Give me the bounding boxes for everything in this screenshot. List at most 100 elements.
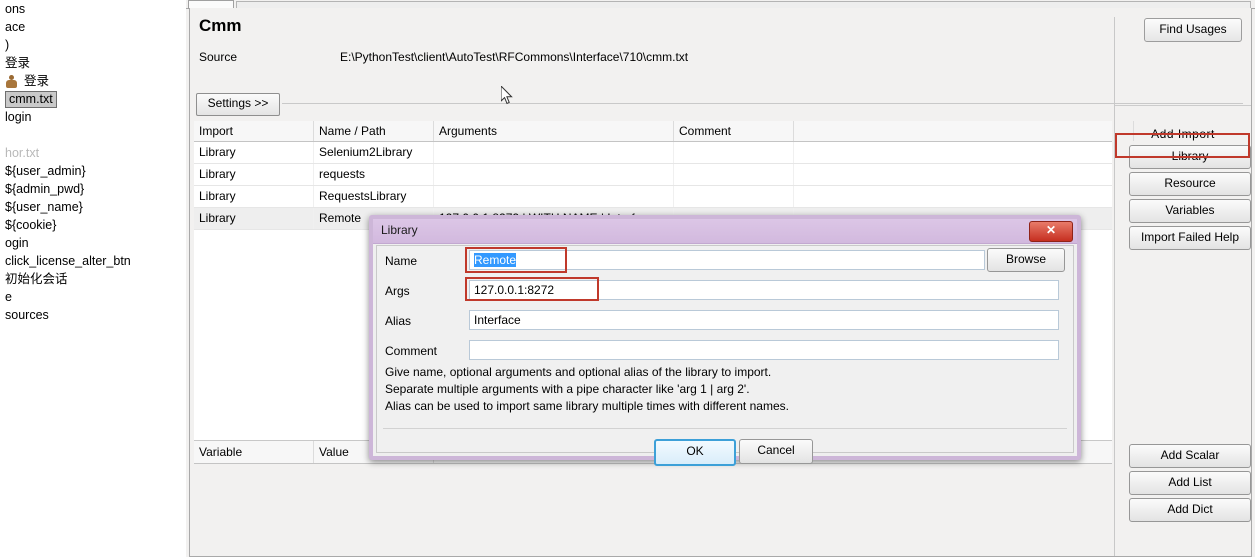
add-scalar-button[interactable]: Add Scalar: [1129, 444, 1251, 468]
add-import-variables-button[interactable]: Variables: [1129, 199, 1251, 223]
tree-item-label: ${cookie}: [5, 218, 57, 232]
tree-item[interactable]: ): [0, 36, 186, 54]
page-title: Cmm: [199, 16, 242, 35]
field-value: Interface: [474, 313, 521, 327]
table-cell[interactable]: [674, 164, 794, 185]
tree-item[interactable]: hor.txt: [0, 144, 186, 162]
table-cell[interactable]: Library: [194, 186, 314, 207]
tree-item[interactable]: ${cookie}: [0, 216, 186, 234]
comment-input[interactable]: [469, 340, 1059, 360]
spacer-icon: [0, 182, 2, 196]
tree-item[interactable]: ace: [0, 18, 186, 36]
tree-item-label: cmm.txt: [5, 90, 57, 108]
table-cell[interactable]: Selenium2Library: [314, 142, 434, 163]
tree-item[interactable]: 登录: [0, 72, 186, 90]
document-icon: [0, 74, 2, 88]
table-cell[interactable]: [434, 186, 674, 207]
spacer-icon: [0, 200, 2, 214]
tree-item[interactable]: sources: [0, 306, 186, 324]
spacer-icon: [0, 272, 2, 286]
table-row[interactable]: Library requests: [194, 164, 1134, 186]
add-import-import-failed-help-button[interactable]: Import Failed Help: [1129, 226, 1251, 250]
variables-column-header[interactable]: Variable: [194, 441, 314, 463]
table-cell[interactable]: RequestsLibrary: [314, 186, 434, 207]
tree-item[interactable]: ogin: [0, 234, 186, 252]
table-cell[interactable]: Library: [194, 208, 314, 229]
tree-item-label: ${user_name}: [5, 200, 83, 214]
alias-input[interactable]: Interface: [469, 310, 1059, 330]
table-row[interactable]: Library Selenium2Library: [194, 142, 1134, 164]
column-header[interactable]: Name / Path: [314, 121, 434, 141]
spacer-icon: [0, 20, 2, 34]
column-header[interactable]: Import: [194, 121, 314, 141]
spacer-icon: [0, 2, 2, 16]
name-input[interactable]: Remote: [469, 250, 985, 270]
table-cell[interactable]: [674, 142, 794, 163]
tree-item[interactable]: ${admin_pwd}: [0, 180, 186, 198]
library-import-dialog[interactable]: Library ✕ Name Remote Args 127.0.0.1:8272 Al…: [369, 215, 1081, 466]
column-header[interactable]: Comment: [674, 121, 794, 141]
settings-toggle-button[interactable]: Settings >>: [196, 93, 280, 116]
tree-item-label: hor.txt: [5, 146, 40, 160]
spacer-icon: [0, 236, 2, 250]
dialog-title: Library: [381, 223, 418, 237]
spacer-icon: [0, 56, 2, 70]
tree-item-label: ace: [5, 20, 26, 34]
tree-item[interactable]: cmm.txt: [0, 90, 186, 108]
tree-item[interactable]: ${user_admin}: [0, 162, 186, 180]
close-icon[interactable]: ✕: [1029, 221, 1073, 242]
tree-item-label: 登录: [5, 56, 31, 70]
field-label: Comment: [385, 344, 438, 358]
column-header[interactable]: Arguments: [434, 121, 674, 141]
add-import-library-button[interactable]: Library: [1129, 145, 1251, 169]
dialog-field-row: Name Remote: [377, 248, 1073, 275]
project-tree-sidebar[interactable]: ons ace) 登录 登录 cmm.txt login hor.txt ${user_adm…: [0, 0, 186, 557]
tree-item-label: e: [5, 290, 12, 304]
tree-item[interactable]: 初始化会话: [0, 270, 186, 288]
add-list-button[interactable]: Add List: [1129, 471, 1251, 495]
dialog-field-row: Alias Interface: [377, 308, 1073, 335]
table-cell[interactable]: Library: [194, 164, 314, 185]
tree-item[interactable]: ons: [0, 0, 186, 18]
tree-item[interactable]: click_license_alter_btn: [0, 252, 186, 270]
dialog-help-text: Give name, optional arguments and option…: [385, 364, 1065, 415]
source-label: Source: [199, 50, 238, 64]
table-cell[interactable]: [794, 164, 1134, 185]
spacer-icon: [0, 290, 2, 304]
table-cell[interactable]: requests: [314, 164, 434, 185]
tree-item-label: ${admin_pwd}: [5, 182, 85, 196]
settings-divider: [282, 103, 1243, 104]
tree-item-label: 登录: [24, 74, 50, 88]
table-row[interactable]: Library RequestsLibrary: [194, 186, 1134, 208]
ok-button[interactable]: OK: [654, 439, 736, 466]
tree-item[interactable]: ${user_name}: [0, 198, 186, 216]
table-cell[interactable]: [434, 142, 674, 163]
tree-item[interactable]: [0, 126, 186, 144]
dialog-field-row: Comment: [377, 338, 1073, 365]
tree-item[interactable]: e: [0, 288, 186, 306]
spacer-icon: [0, 38, 2, 52]
add-import-resource-button[interactable]: Resource: [1129, 172, 1251, 196]
column-header[interactable]: [794, 121, 1134, 141]
table-cell[interactable]: [794, 142, 1134, 163]
table-cell[interactable]: [674, 186, 794, 207]
help-line: Give name, optional arguments and option…: [385, 365, 772, 379]
dialog-divider: [383, 428, 1067, 429]
tree-item-label: sources: [5, 308, 49, 322]
spacer-icon: [0, 164, 2, 178]
tree-item[interactable]: login: [0, 108, 186, 126]
add-dict-button[interactable]: Add Dict: [1129, 498, 1251, 522]
cancel-button[interactable]: Cancel: [739, 439, 813, 464]
column-divider: [1115, 105, 1251, 106]
browse-button[interactable]: Browse: [987, 248, 1065, 272]
field-value: 127.0.0.1:8272: [474, 283, 555, 297]
tree-item-label: ${user_admin}: [5, 164, 86, 178]
args-input[interactable]: 127.0.0.1:8272: [469, 280, 1059, 300]
table-cell[interactable]: Library: [194, 142, 314, 163]
tree-item[interactable]: 登录: [0, 54, 186, 72]
table-cell[interactable]: [434, 164, 674, 185]
source-path-value: E:\PythonTest\client\AutoTest\RFCommons\…: [340, 50, 689, 64]
help-line: Alias can be used to import same library…: [385, 399, 789, 413]
tree-item-label: login: [5, 110, 32, 124]
table-cell[interactable]: [794, 186, 1134, 207]
